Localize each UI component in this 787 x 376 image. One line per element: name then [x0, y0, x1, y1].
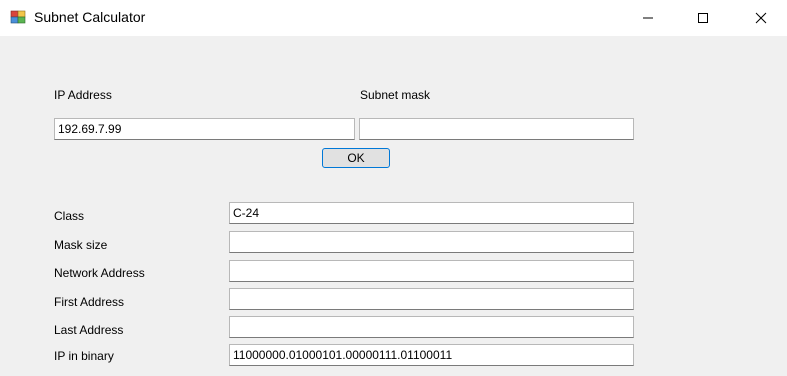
- ip-address-label: IP Address: [54, 88, 112, 102]
- class-field[interactable]: C-24: [229, 202, 634, 224]
- maximize-icon: [698, 13, 708, 23]
- title-bar[interactable]: Subnet Calculator: [0, 0, 787, 36]
- close-icon: [755, 12, 767, 24]
- network-address-field[interactable]: [229, 260, 634, 282]
- window-title: Subnet Calculator: [34, 9, 146, 25]
- class-label: Class: [54, 209, 85, 223]
- close-button[interactable]: [738, 0, 784, 36]
- mask-size-field[interactable]: [229, 231, 634, 253]
- ip-address-input[interactable]: 192.69.7.99: [54, 118, 355, 140]
- first-address-label: First Address: [54, 295, 125, 309]
- last-address-field[interactable]: [229, 316, 634, 338]
- subnet-mask-input[interactable]: [359, 118, 634, 140]
- mask-size-label: Mask size: [54, 238, 108, 252]
- network-address-label: Network Address: [54, 266, 145, 280]
- ok-button[interactable]: OK: [322, 148, 390, 168]
- app-icon: [10, 9, 26, 25]
- last-address-label: Last Address: [54, 323, 124, 337]
- maximize-button[interactable]: [680, 0, 726, 36]
- ip-binary-label: IP in binary: [54, 349, 114, 363]
- subnet-mask-label: Subnet mask: [360, 88, 431, 102]
- ip-binary-field[interactable]: 11000000.01000101.00000111.01100011: [229, 344, 634, 366]
- minimize-icon: [643, 17, 653, 19]
- minimize-button[interactable]: [625, 0, 671, 36]
- first-address-field[interactable]: [229, 288, 634, 310]
